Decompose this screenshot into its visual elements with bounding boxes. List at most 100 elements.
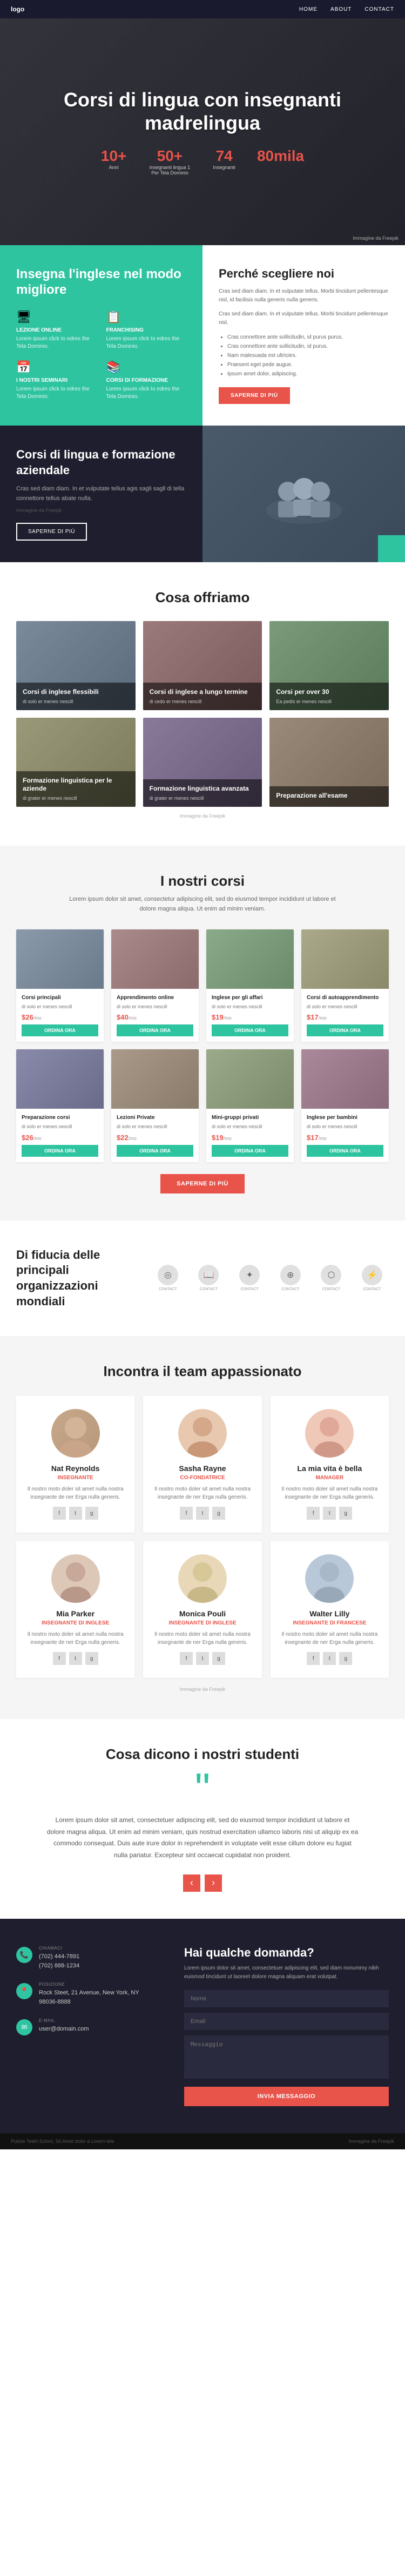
- form-email-input[interactable]: [184, 2013, 389, 2030]
- team-social-1: f t g: [152, 1507, 253, 1520]
- corso-body-1: Apprendimento online di solo er menes ne…: [111, 989, 199, 1042]
- perche-li-1: Cras connettore ante sollicitudin, id pu…: [227, 342, 389, 351]
- hero-title: Corsi di lingua con insegnanti madreling…: [32, 88, 373, 134]
- aziendali-desc: Cras sed diam diam. In et vulputate tell…: [16, 484, 186, 503]
- team-social-f-0[interactable]: f: [53, 1507, 66, 1520]
- fiducia-logo-3: ⊕ CONTACT: [274, 1265, 307, 1291]
- team-social-f-2[interactable]: f: [307, 1507, 320, 1520]
- contatto-info-0: CHIAMACI (702) 444-7891(702) 888-1234: [39, 1946, 79, 1971]
- fiducia-logo-4: ⬡ CONTACT: [315, 1265, 348, 1291]
- team-social-g-1[interactable]: g: [212, 1507, 225, 1520]
- offriamo-overlay-4: Formazione linguistica avanzata di grate…: [143, 779, 262, 807]
- corso-btn-6[interactable]: ORDINA ORA: [212, 1145, 288, 1157]
- team-social-t-2[interactable]: t: [323, 1507, 336, 1520]
- offriamo-card-desc-3: di grater er menes nescill: [23, 795, 129, 802]
- logo: logo: [11, 5, 24, 13]
- offriamo-card-5: Preparazione all'esame: [269, 718, 389, 807]
- offriamo-card-title-1: Corsi di inglese a lungo termine: [150, 688, 256, 697]
- corso-img-7: [301, 1049, 389, 1109]
- offriamo-card-desc-1: di cedo er menes nescill: [150, 698, 256, 705]
- offriamo-card-desc-0: di solo er menes nescill: [23, 698, 129, 705]
- nav-contact[interactable]: CONTACT: [364, 6, 394, 12]
- quote-next-btn[interactable]: ›: [205, 1874, 222, 1892]
- team-social-f-3[interactable]: f: [53, 1652, 66, 1665]
- team-social-5: f t g: [279, 1652, 380, 1665]
- insegna-label-1: FRANCHISING: [106, 327, 187, 333]
- corso-desc-2: di solo er menes nescill: [212, 1003, 288, 1010]
- form-send-btn[interactable]: INVIA MESSAGGIO: [184, 2087, 389, 2106]
- corso-btn-7[interactable]: ORDINA ORA: [307, 1145, 383, 1157]
- corso-desc-1: di solo er menes nescill: [117, 1003, 193, 1010]
- corso-btn-3[interactable]: ORDINA ORA: [307, 1024, 383, 1036]
- corso-title-3: Corsi di autoapprendimento: [307, 994, 383, 1001]
- team-social-g-4[interactable]: g: [212, 1652, 225, 1665]
- team-social-g-0[interactable]: g: [85, 1507, 98, 1520]
- team-social-t-5[interactable]: t: [323, 1652, 336, 1665]
- corso-btn-5[interactable]: ORDINA ORA: [117, 1145, 193, 1157]
- corso-desc-6: di solo er menes nescill: [212, 1123, 288, 1130]
- fiducia-logo-text-1: CONTACT: [200, 1287, 218, 1291]
- fiducia-logos: ◎ CONTACT 📖 CONTACT ✦ CONTACT ⊕ CONTACT …: [151, 1265, 389, 1291]
- offriamo-card-desc-4: di grater er menes nescill: [150, 795, 256, 802]
- team-social-f-4[interactable]: f: [180, 1652, 193, 1665]
- team-social-f-1[interactable]: f: [180, 1507, 193, 1520]
- corso-card-5: Lezioni Private di solo er menes nescill…: [111, 1049, 199, 1162]
- corso-price-0: $26/mo: [22, 1013, 98, 1021]
- team-role-0: Insegnante: [25, 1475, 126, 1481]
- team-desc-2: Il nostro moto doler sit amet nulla nost…: [279, 1485, 380, 1501]
- form-message-input[interactable]: [184, 2035, 389, 2079]
- contatti-info: 📞 CHIAMACI (702) 444-7891(702) 888-1234 …: [16, 1946, 163, 2106]
- corso-btn-1[interactable]: ORDINA ORA: [117, 1024, 193, 1036]
- fiducia-logo-5: ⚡ CONTACT: [355, 1265, 389, 1291]
- fiducia-logo-text-4: CONTACT: [322, 1287, 340, 1291]
- team-social-t-1[interactable]: t: [196, 1507, 209, 1520]
- corso-btn-0[interactable]: ORDINA ORA: [22, 1024, 98, 1036]
- perche-p1: Cras sed diam diam. In et vulputate tell…: [219, 310, 389, 327]
- insegna-label-2: I NOSTRI SEMINARI: [16, 377, 97, 383]
- quote-prev-btn[interactable]: ‹: [183, 1874, 200, 1892]
- offriamo-card-1: Corsi di inglese a lungo termine di cedo…: [143, 621, 262, 710]
- team-social-t-3[interactable]: t: [69, 1652, 82, 1665]
- stat-num-3: 80mila: [257, 147, 304, 165]
- insegna-item-0: 🖥 LEZIONE ONLINE Lorem ipsum click to ed…: [16, 310, 97, 350]
- corso-btn-4[interactable]: ORDINA ORA: [22, 1145, 98, 1157]
- team-card-5: Walter Lilly Insegnante di francese Il n…: [271, 1541, 389, 1678]
- form-name-input[interactable]: [184, 1990, 389, 2007]
- footer-right: Immagine da Freepik: [348, 2139, 394, 2144]
- insegna-item-1: 📋 FRANCHISING Lorem ipsum click to edres…: [106, 310, 187, 350]
- email-icon: ✉: [16, 2019, 32, 2035]
- offriamo-card-title-5: Preparazione all'esame: [276, 792, 382, 800]
- fiducia-logo-2: ✦ CONTACT: [233, 1265, 266, 1291]
- offriamo-grid: Corsi di inglese flessibili di solo er m…: [16, 621, 389, 807]
- team-social-g-2[interactable]: g: [339, 1507, 352, 1520]
- fiducia-section: Di fiducia delle principali organizzazio…: [0, 1220, 405, 1336]
- team-social-g-3[interactable]: g: [85, 1652, 98, 1665]
- nav-home[interactable]: HOME: [299, 6, 318, 12]
- perche-li-0: Cras connettore ante sollicitudin, id pu…: [227, 333, 389, 342]
- team-social-f-5[interactable]: f: [307, 1652, 320, 1665]
- team-desc-1: Il nostro moto doler sit amet nulla nost…: [152, 1485, 253, 1501]
- insegna-item-2: 📅 I NOSTRI SEMINARI Lorem ipsum click to…: [16, 360, 97, 401]
- team-social-t-4[interactable]: t: [196, 1652, 209, 1665]
- team-role-2: Manager: [279, 1475, 380, 1481]
- team-role-3: Insegnante di inglese: [25, 1620, 126, 1626]
- team-role-4: Insegnante di inglese: [152, 1620, 253, 1626]
- team-social-g-5[interactable]: g: [339, 1652, 352, 1665]
- contatti-section: 📞 CHIAMACI (702) 444-7891(702) 888-1234 …: [0, 1919, 405, 2133]
- insegna-label-0: LEZIONE ONLINE: [16, 327, 97, 333]
- team-desc-0: Il nostro moto doler sit amet nulla nost…: [25, 1485, 126, 1501]
- team-social-t-0[interactable]: t: [69, 1507, 82, 1520]
- corsi-subtitle: Lorem ipsum dolor sit amet, consectetur …: [68, 895, 338, 914]
- nav-about[interactable]: ABOUT: [330, 6, 352, 12]
- hero-section: Corsi di lingua con insegnanti madreling…: [0, 18, 405, 245]
- aziendali-btn[interactable]: SAPERNE DI PIÙ: [16, 523, 87, 541]
- corso-price-4: $26/mo: [22, 1134, 98, 1142]
- corso-desc-7: di solo er menes nescill: [307, 1123, 383, 1130]
- perche-btn[interactable]: SAPERNE DI PIÙ: [219, 387, 290, 404]
- corsi-saperne-btn[interactable]: SAPERNE DI PIÙ: [160, 1174, 245, 1193]
- quote-mark: ": [46, 1776, 359, 1802]
- corso-btn-2[interactable]: ORDINA ORA: [212, 1024, 288, 1036]
- main-nav: HOME ABOUT CONTACT: [299, 6, 394, 12]
- stat-label-2: Insegnanti: [213, 165, 235, 170]
- insegna-icon-3: 📚: [106, 360, 187, 374]
